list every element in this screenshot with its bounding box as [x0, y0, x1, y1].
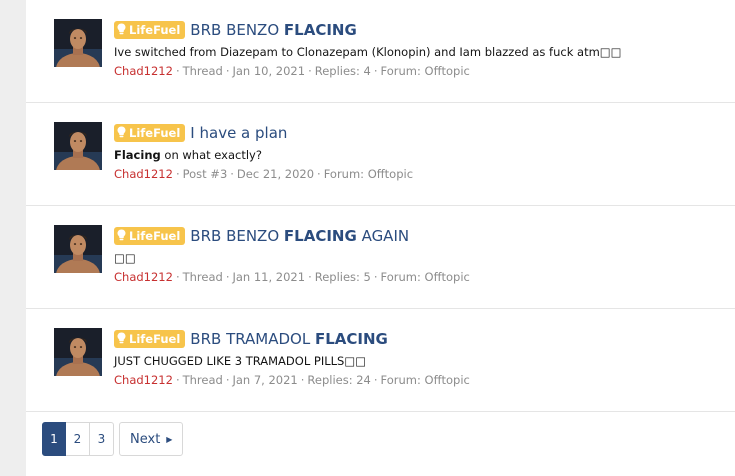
forum-link[interactable]: Forum: Offtopic — [324, 167, 413, 181]
reply-count: Replies: 4 — [314, 64, 371, 78]
title-highlight: FLACING — [283, 21, 357, 39]
lightbulb-icon — [117, 23, 126, 38]
lightbulb-icon — [117, 229, 126, 244]
title-text: I have a plan — [190, 124, 288, 142]
next-page-button[interactable]: Next ▶ — [119, 422, 184, 456]
result-title[interactable]: LifeFuel BRB TRAMADOL FLACING — [114, 328, 727, 350]
search-results-list: LifeFuel BRB BENZO FLACING Ive switched … — [26, 0, 735, 476]
username-link[interactable]: Chad1212 — [114, 64, 173, 78]
left-gutter — [0, 0, 26, 476]
result-snippet: Flacing on what exactly? — [114, 146, 727, 164]
result-meta: Chad1212 · Thread · Jan 10, 2021 · Replies: 4 ·… — [114, 64, 470, 78]
forum-link[interactable]: Forum: Offtopic — [381, 270, 470, 284]
avatar[interactable] — [54, 122, 102, 170]
title-text: BRB BENZO — [190, 21, 284, 39]
content-type: Thread — [182, 373, 223, 387]
snippet-text: Ive switched from Diazepam to Clonazepam… — [114, 45, 622, 59]
next-label: Next — [130, 431, 161, 447]
result-snippet: Ive switched from Diazepam to Clonazepam… — [114, 43, 727, 61]
result-meta: Chad1212 · Thread · Jan 11, 2021 · Replies: 5 ·… — [114, 270, 470, 284]
title-highlight: FLACING — [315, 330, 388, 348]
badge-label: LifeFuel — [129, 332, 181, 346]
badge-label: LifeFuel — [129, 23, 181, 37]
result-date: Dec 21, 2020 — [236, 167, 315, 181]
result-date: Jan 7, 2021 — [232, 373, 298, 387]
lightbulb-icon — [117, 332, 126, 347]
username-link[interactable]: Chad1212 — [114, 373, 173, 387]
result-date: Jan 11, 2021 — [232, 270, 306, 284]
lifefuel-badge[interactable]: LifeFuel — [114, 330, 186, 348]
search-result: LifeFuel BRB BENZO FLACING Ive switched … — [26, 0, 735, 103]
search-result: LifeFuel BRB TRAMADOL FLACING JUST CHUGG… — [26, 309, 735, 412]
title-text: BRB TRAMADOL — [190, 330, 315, 348]
snippet-text: □□ — [114, 251, 136, 265]
title-text: BRB BENZO — [190, 227, 284, 245]
result-title[interactable]: LifeFuel BRB BENZO FLACING — [114, 19, 727, 41]
result-snippet: □□ — [114, 249, 727, 267]
snippet-text: on what exactly? — [160, 148, 262, 162]
snippet-text: JUST CHUGGED LIKE 3 TRAMADOL PILLS□□ — [114, 354, 367, 368]
result-date: Jan 10, 2021 — [232, 64, 306, 78]
badge-label: LifeFuel — [129, 126, 181, 140]
username-link[interactable]: Chad1212 — [114, 167, 173, 181]
avatar[interactable] — [54, 328, 102, 376]
lightbulb-icon — [117, 126, 126, 141]
content-type: Thread — [182, 64, 223, 78]
forum-link[interactable]: Forum: Offtopic — [381, 373, 470, 387]
pagination: 1 2 3 Next ▶ — [42, 422, 184, 456]
chevron-right-icon: ▶ — [166, 434, 173, 444]
reply-count: Replies: 24 — [307, 373, 371, 387]
title-highlight: FLACING — [283, 227, 357, 245]
result-title[interactable]: LifeFuel BRB BENZO FLACING AGAIN — [114, 225, 727, 247]
result-meta: Chad1212 · Thread · Jan 7, 2021 · Replies: 24 ·… — [114, 373, 470, 387]
page-3-button[interactable]: 3 — [90, 422, 114, 456]
page-2-button[interactable]: 2 — [66, 422, 90, 456]
result-meta: Chad1212 · Post #3 · Dec 21, 2020 · Forum: Off… — [114, 167, 414, 181]
avatar[interactable] — [54, 225, 102, 273]
result-title[interactable]: LifeFuel I have a plan — [114, 122, 727, 144]
reply-count: Replies: 5 — [314, 270, 371, 284]
lifefuel-badge[interactable]: LifeFuel — [114, 227, 186, 245]
page-1-button[interactable]: 1 — [42, 422, 66, 456]
search-result: LifeFuel I have a plan Flacing on what e… — [26, 103, 735, 206]
avatar[interactable] — [54, 19, 102, 67]
snippet-highlight: Flacing — [114, 148, 161, 162]
lifefuel-badge[interactable]: LifeFuel — [114, 21, 186, 39]
badge-label: LifeFuel — [129, 229, 181, 243]
search-result: LifeFuel BRB BENZO FLACING AGAIN □□ Chad… — [26, 206, 735, 309]
post-number[interactable]: Post #3 — [183, 167, 228, 181]
content-type: Thread — [182, 270, 223, 284]
forum-link[interactable]: Forum: Offtopic — [381, 64, 470, 78]
lifefuel-badge[interactable]: LifeFuel — [114, 124, 186, 142]
title-text-after: AGAIN — [356, 227, 410, 245]
result-snippet: JUST CHUGGED LIKE 3 TRAMADOL PILLS□□ — [114, 352, 727, 370]
username-link[interactable]: Chad1212 — [114, 270, 173, 284]
